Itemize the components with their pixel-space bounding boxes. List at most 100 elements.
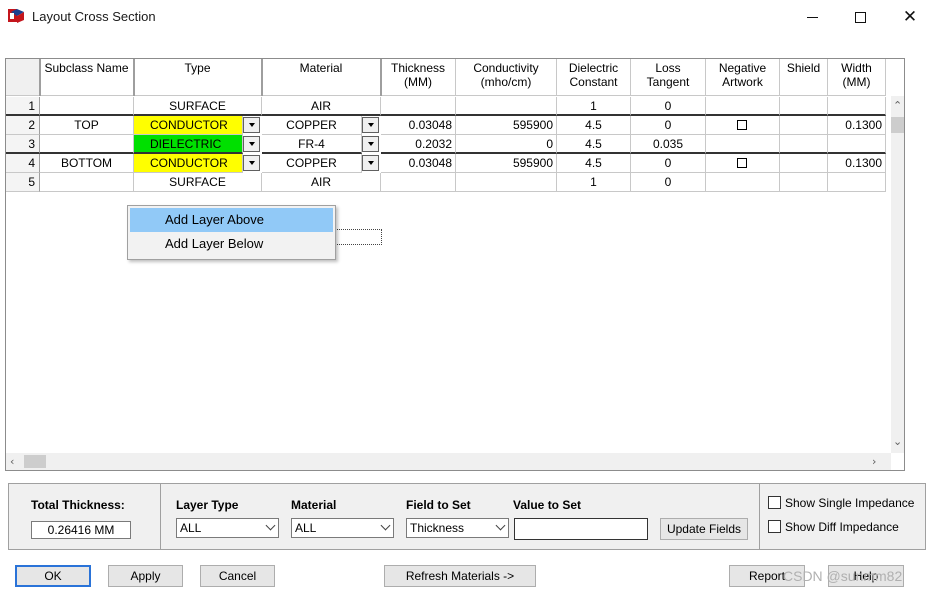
conductivity-cell[interactable] bbox=[456, 173, 557, 192]
dielectric-cell[interactable]: 4.5 bbox=[557, 135, 631, 154]
width-cell[interactable] bbox=[828, 135, 886, 154]
material-cell[interactable]: AIR bbox=[262, 173, 381, 192]
dielectric-cell[interactable]: 1 bbox=[557, 97, 631, 116]
row-number: 1 bbox=[6, 97, 40, 116]
material-cell[interactable]: FR-4 bbox=[262, 135, 362, 154]
dielectric-cell[interactable]: 4.5 bbox=[557, 116, 631, 135]
layer-grid[interactable]: Subclass Name Type Material Thickness (MM) C… bbox=[5, 58, 905, 471]
cancel-button[interactable]: Cancel bbox=[200, 565, 275, 587]
vertical-scrollbar[interactable] bbox=[891, 96, 904, 453]
subclass-cell[interactable] bbox=[40, 173, 134, 192]
negative-artwork-cell[interactable] bbox=[706, 154, 780, 173]
conductivity-cell[interactable]: 595900 bbox=[456, 116, 557, 135]
value-to-set-input[interactable] bbox=[514, 518, 648, 540]
loss-tangent-cell[interactable]: 0 bbox=[631, 154, 706, 173]
header-separator[interactable] bbox=[380, 59, 382, 96]
negative-artwork-cell[interactable] bbox=[706, 97, 780, 116]
material-cell[interactable]: COPPER bbox=[262, 154, 362, 173]
type-dropdown-button[interactable] bbox=[243, 136, 260, 152]
material-cell[interactable]: COPPER bbox=[262, 116, 362, 135]
material-dropdown-button[interactable] bbox=[362, 136, 379, 152]
conductivity-cell[interactable] bbox=[456, 97, 557, 116]
type-cell[interactable]: CONDUCTOR bbox=[134, 116, 243, 135]
width-cell[interactable]: 0.1300 bbox=[828, 154, 886, 173]
maximize-icon bbox=[854, 11, 866, 23]
chevron-down-icon bbox=[380, 520, 391, 531]
subclass-cell[interactable]: BOTTOM bbox=[40, 154, 134, 173]
header-separator[interactable] bbox=[133, 59, 135, 96]
negative-artwork-checkbox[interactable] bbox=[737, 158, 747, 168]
minimize-button[interactable] bbox=[790, 4, 834, 30]
maximize-button[interactable] bbox=[838, 4, 882, 30]
type-cell[interactable]: CONDUCTOR bbox=[134, 154, 243, 173]
column-header-subclass-name: Subclass Name bbox=[40, 59, 134, 96]
dielectric-cell[interactable]: 4.5 bbox=[557, 154, 631, 173]
thickness-cell[interactable] bbox=[381, 173, 456, 192]
width-cell[interactable] bbox=[828, 173, 886, 192]
layer-type-select[interactable]: ALL bbox=[176, 518, 279, 538]
type-cell[interactable]: DIELECTRIC bbox=[134, 135, 243, 154]
material-label: Material bbox=[291, 498, 337, 512]
show-diff-impedance-checkbox[interactable] bbox=[768, 520, 781, 533]
show-single-impedance-checkbox[interactable] bbox=[768, 496, 781, 509]
loss-tangent-cell[interactable]: 0.035 bbox=[631, 135, 706, 154]
conductivity-cell[interactable]: 595900 bbox=[456, 154, 557, 173]
type-dropdown-button[interactable] bbox=[243, 117, 260, 133]
shield-cell[interactable] bbox=[780, 135, 828, 154]
negative-artwork-cell[interactable] bbox=[706, 173, 780, 192]
thickness-cell[interactable]: 0.03048 bbox=[381, 116, 456, 135]
subclass-cell[interactable] bbox=[40, 97, 134, 116]
close-button[interactable]: ✕ bbox=[888, 4, 932, 30]
dielectric-cell[interactable]: 1 bbox=[557, 173, 631, 192]
scroll-left-icon[interactable]: ‹ bbox=[10, 455, 14, 468]
horizontal-scrollbar[interactable] bbox=[6, 453, 891, 470]
shield-cell[interactable] bbox=[780, 154, 828, 173]
thickness-cell[interactable] bbox=[381, 97, 456, 116]
subclass-cell[interactable] bbox=[40, 135, 134, 154]
apply-button[interactable]: Apply bbox=[108, 565, 183, 587]
show-diff-impedance-label: Show Diff Impedance bbox=[785, 520, 899, 534]
material-dropdown-button[interactable] bbox=[362, 155, 379, 171]
horizontal-scroll-thumb[interactable] bbox=[24, 455, 46, 468]
total-thickness-label: Total Thickness: bbox=[31, 498, 125, 512]
loss-tangent-cell[interactable]: 0 bbox=[631, 173, 706, 192]
negative-artwork-cell[interactable] bbox=[706, 116, 780, 135]
header-separator[interactable] bbox=[261, 59, 263, 96]
type-cell[interactable]: SURFACE bbox=[134, 173, 262, 192]
ok-button[interactable]: OK bbox=[15, 565, 91, 587]
minimize-icon bbox=[806, 16, 818, 18]
update-fields-button[interactable]: Update Fields bbox=[660, 518, 748, 540]
thickness-cell[interactable]: 0.03048 bbox=[381, 154, 456, 173]
scroll-right-icon[interactable]: › bbox=[872, 455, 876, 468]
material-dropdown-button[interactable] bbox=[362, 117, 379, 133]
menu-item-add-layer-above[interactable]: Add Layer Above bbox=[130, 208, 333, 232]
width-cell[interactable] bbox=[828, 97, 886, 116]
width-cell[interactable]: 0.1300 bbox=[828, 116, 886, 135]
shield-cell[interactable] bbox=[780, 116, 828, 135]
field-to-set-value: Thickness bbox=[410, 521, 465, 535]
type-cell[interactable]: SURFACE bbox=[134, 97, 262, 116]
header-separator[interactable] bbox=[39, 59, 41, 96]
dropdown-arrow-icon bbox=[367, 142, 374, 146]
conductivity-cell[interactable]: 0 bbox=[456, 135, 557, 154]
scroll-down-icon[interactable]: ⌄ bbox=[893, 435, 902, 448]
refresh-materials-button[interactable]: Refresh Materials -> bbox=[384, 565, 536, 587]
value-to-set-label: Value to Set bbox=[513, 498, 582, 512]
chevron-down-icon bbox=[265, 520, 276, 531]
negative-artwork-cell[interactable] bbox=[706, 135, 780, 154]
layer-type-value: ALL bbox=[180, 521, 202, 535]
loss-tangent-cell[interactable]: 0 bbox=[631, 97, 706, 116]
material-cell[interactable]: AIR bbox=[262, 97, 381, 116]
field-to-set-select[interactable]: Thickness bbox=[406, 518, 509, 538]
loss-tangent-cell[interactable]: 0 bbox=[631, 116, 706, 135]
negative-artwork-checkbox[interactable] bbox=[737, 120, 747, 130]
thickness-cell[interactable]: 0.2032 bbox=[381, 135, 456, 154]
shield-cell[interactable] bbox=[780, 173, 828, 192]
subclass-cell[interactable]: TOP bbox=[40, 116, 134, 135]
material-select[interactable]: ALL bbox=[291, 518, 394, 538]
scroll-up-icon[interactable]: ⌃ bbox=[893, 99, 902, 112]
vertical-scroll-thumb[interactable] bbox=[891, 117, 904, 133]
menu-item-add-layer-below[interactable]: Add Layer Below bbox=[130, 232, 333, 256]
type-dropdown-button[interactable] bbox=[243, 155, 260, 171]
shield-cell[interactable] bbox=[780, 97, 828, 116]
